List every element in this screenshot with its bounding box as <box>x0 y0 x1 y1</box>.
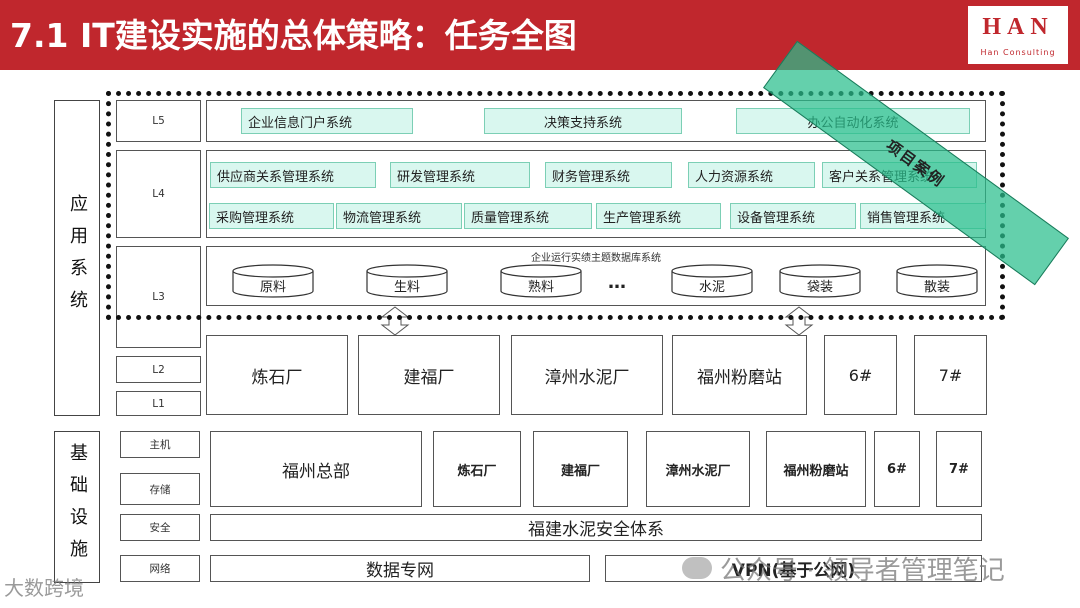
site-box: 6# <box>874 431 920 507</box>
row-network: 网络 <box>120 555 200 582</box>
site-box: 漳州水泥厂 <box>646 431 750 507</box>
infrastructure-section-label: 基础设施 <box>54 431 100 583</box>
site-box: 7# <box>936 431 982 507</box>
row-host: 主机 <box>120 431 200 458</box>
level-l1: L1 <box>116 391 201 416</box>
private-network-box: 数据专网 <box>210 555 590 582</box>
plant-box: 6# <box>824 335 897 415</box>
logo-text: HAN <box>982 14 1054 40</box>
row-security: 安全 <box>120 514 200 541</box>
logo: HAN Han Consulting <box>968 6 1068 64</box>
plant-box: 漳州水泥厂 <box>511 335 663 415</box>
watermark-right: 公众号 · 领导者管理笔记 <box>720 556 1005 586</box>
row-storage: 存储 <box>120 473 200 505</box>
plant-box: 7# <box>914 335 987 415</box>
site-box: 炼石厂 <box>433 431 521 507</box>
logo-subtitle: Han Consulting <box>980 48 1056 57</box>
page-title: 7.1 IT建设实施的总体策略：任务全图 <box>10 16 577 55</box>
plant-box: 炼石厂 <box>206 335 348 415</box>
application-section-label: 应用系统 <box>54 100 100 416</box>
site-box: 建福厂 <box>533 431 628 507</box>
plant-box: 福州粉磨站 <box>672 335 807 415</box>
hq-box: 福州总部 <box>210 431 422 507</box>
security-system-box: 福建水泥安全体系 <box>210 514 982 541</box>
site-box: 福州粉磨站 <box>766 431 866 507</box>
plant-box: 建福厂 <box>358 335 500 415</box>
wechat-icon <box>682 557 712 579</box>
level-l2: L2 <box>116 356 201 383</box>
watermark-left: 大数跨境 <box>4 576 84 600</box>
